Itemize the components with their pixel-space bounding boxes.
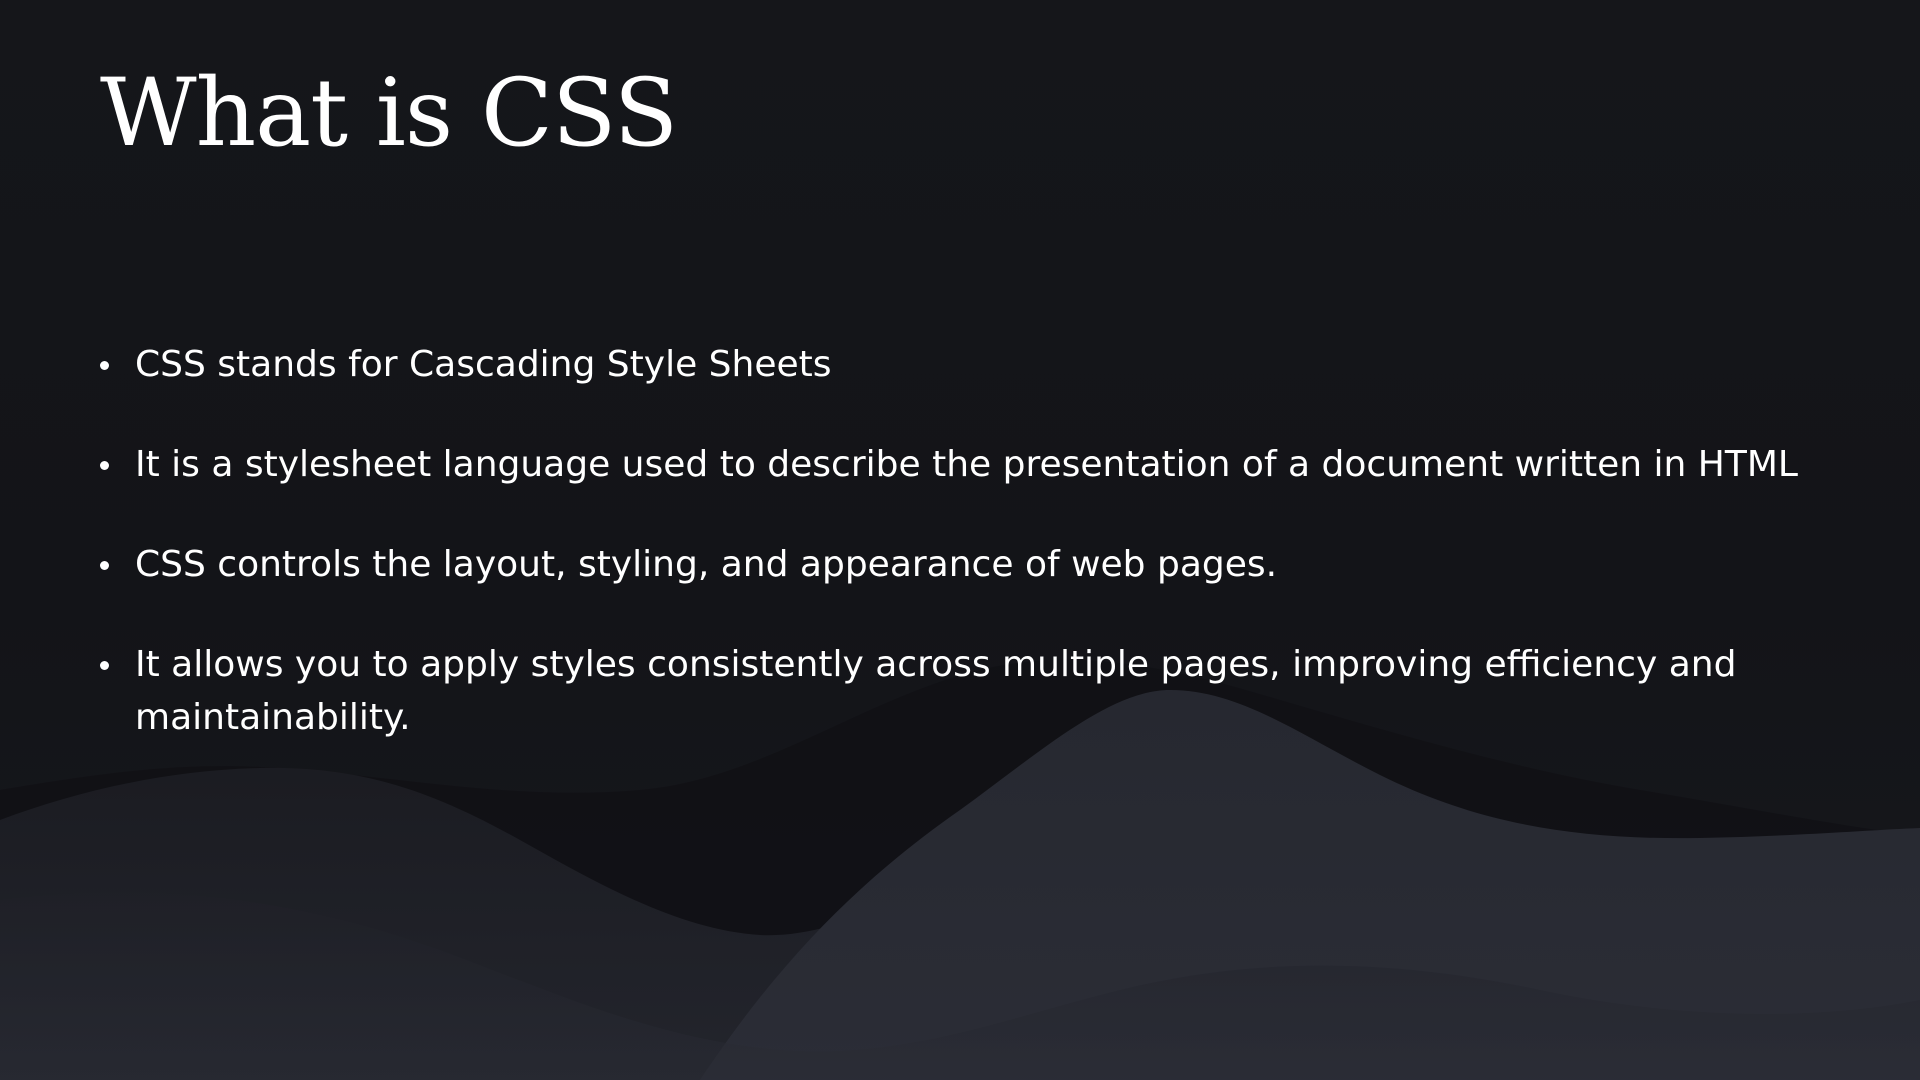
bullet-item: CSS controls the layout, styling, and ap…: [100, 538, 1840, 591]
bullet-text: CSS controls the layout, styling, and ap…: [135, 544, 1278, 585]
bullet-list: CSS stands for Cascading Style Sheets It…: [100, 338, 1840, 791]
bullet-dot-icon: [100, 361, 109, 370]
slide: What is CSS CSS stands for Cascading Sty…: [0, 0, 1920, 1080]
bullet-text: It is a stylesheet language used to desc…: [135, 444, 1798, 485]
bullet-item: It allows you to apply styles consistent…: [100, 638, 1840, 744]
bullet-text: CSS stands for Cascading Style Sheets: [135, 344, 832, 385]
bullet-dot-icon: [100, 561, 109, 570]
bullet-text: It allows you to apply styles consistent…: [135, 644, 1737, 738]
bullet-item: It is a stylesheet language used to desc…: [100, 438, 1840, 491]
slide-title: What is CSS: [100, 59, 678, 168]
bullet-item: CSS stands for Cascading Style Sheets: [100, 338, 1840, 391]
bullet-dot-icon: [100, 661, 109, 670]
bullet-dot-icon: [100, 461, 109, 470]
